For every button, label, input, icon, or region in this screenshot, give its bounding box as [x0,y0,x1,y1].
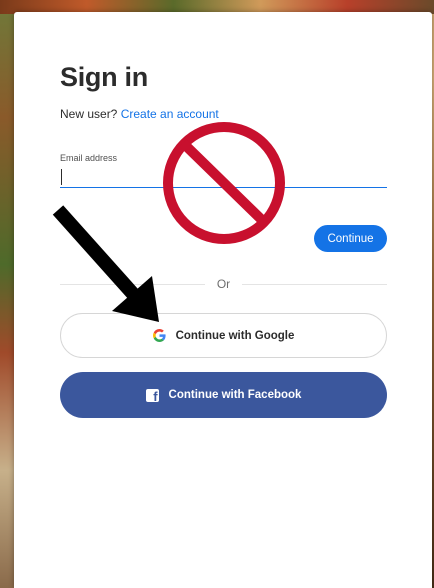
email-label: Email address [60,153,118,163]
signin-card: Sign in New user? Create an account Emai… [14,12,432,588]
new-user-text: New user? [60,107,118,121]
create-account-link[interactable]: Create an account [121,107,219,121]
new-user-row: New user? Create an account [60,107,219,121]
divider-text: Or [216,277,231,291]
facebook-button-label: Continue with Facebook [168,389,302,401]
divider-line-right [242,283,387,285]
google-button-label: Continue with Google [175,329,295,342]
divider-line-left [60,283,205,285]
text-cursor [61,169,62,185]
background-photo-left [0,0,14,588]
continue-with-google-button[interactable]: Continue with Google [60,313,387,358]
email-field[interactable] [60,166,387,188]
continue-with-facebook-button[interactable]: f Continue with Facebook [60,372,387,418]
page-title: Sign in [60,62,148,92]
divider: Or [60,276,387,292]
continue-button[interactable]: Continue [314,225,387,252]
google-g-icon [152,329,166,342]
facebook-f-icon: f [145,388,159,402]
